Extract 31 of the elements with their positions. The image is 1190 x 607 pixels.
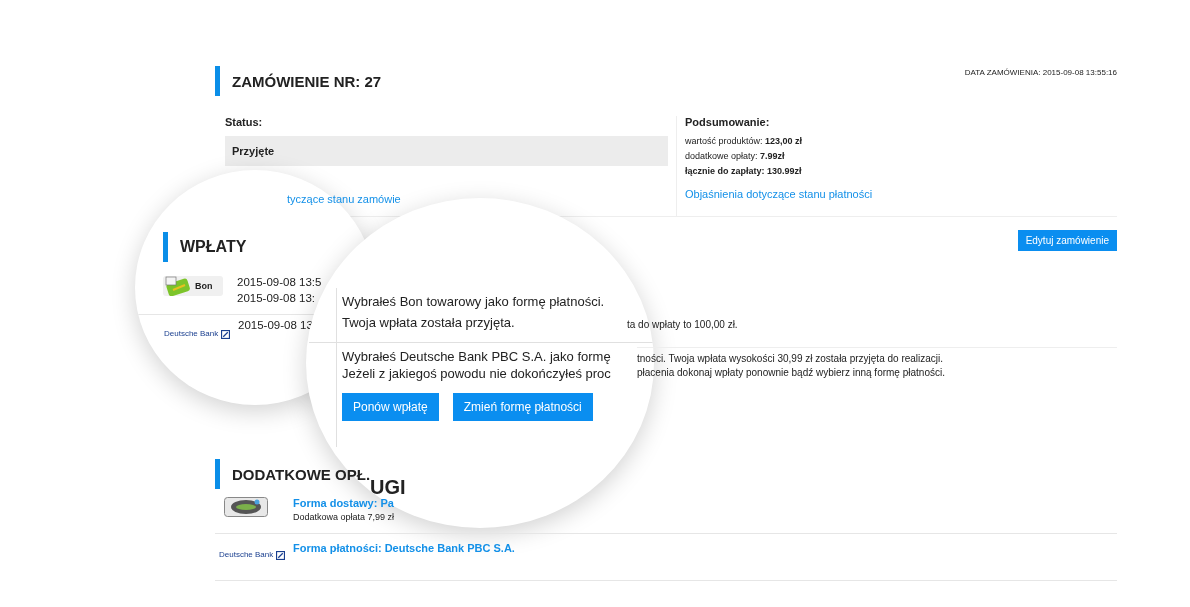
payment-action-button[interactable]: Ponów wpłatę (342, 393, 439, 421)
status-value: Przyjęte (225, 136, 668, 166)
summary-line: łącznie do zapłaty: 130.99zł (685, 166, 803, 176)
voucher-label: Bon (195, 281, 213, 291)
payment-message: Wybrałeś Bon towarowy jako formę płatności. (342, 294, 605, 309)
payment-message: Jeżeli z jakiegoś powodu nie dokończyłeś proc (342, 366, 611, 381)
payment-date: 2015-09-08 13:5 (237, 276, 322, 288)
summary-line: wartość produktów: 123,00 zł (685, 136, 804, 146)
section-title: WPŁATY (180, 238, 247, 256)
heading-fragment: UGI (370, 477, 406, 497)
payment-text: płacenia dokonaj wpłaty ponownie bądź wybierz inną formę płatności. (637, 367, 945, 378)
extra-title[interactable]: Forma dostawy: Pa (293, 497, 394, 509)
status-label: Status: (225, 116, 264, 128)
payment-message: Twoja wpłata została przyjęta. (342, 315, 515, 330)
payment-text: tności. Twoja wpłata wysokości 30,99 zł została przyjęta do realizacji. (637, 353, 944, 364)
payment-date: 2015-09-08 13: (237, 292, 316, 304)
section-title: ZAMÓWIENIE NR: 27 (232, 72, 382, 90)
extra-title[interactable]: Forma płatności: Deutsche Bank PBC S.A. (293, 542, 515, 554)
bank-logo-text: Deutsche Bank (219, 550, 274, 560)
payment-message: Wybrałeś Deutsche Bank PBC S.A. jako formę (342, 349, 611, 364)
status-link[interactable]: tyczące stanu zamówie (287, 193, 401, 205)
summary-line: dodatkowe opłaty: 7.99zł (685, 151, 786, 161)
bank-logo-text: Deutsche Bank (164, 329, 219, 339)
summary-title: Podsumowanie: (685, 116, 771, 128)
payment-action-button[interactable]: Zmień formę płatności (452, 393, 593, 421)
section-title: DODATKOWE OPŁ. (232, 465, 371, 483)
edit-order-button[interactable]: Edytuj zamówienie (1017, 230, 1117, 251)
extra-note: Dodatkowa opłata 7,99 zł (293, 512, 395, 522)
payment-status-link[interactable]: Objaśnienia dotyczące stanu płatności (685, 188, 873, 200)
order-date: DATA ZAMÓWIENIA: 2015-09-08 13:55:16 (964, 68, 1117, 77)
payment-text: ta do wpłaty to 100,00 zł. (627, 319, 738, 332)
